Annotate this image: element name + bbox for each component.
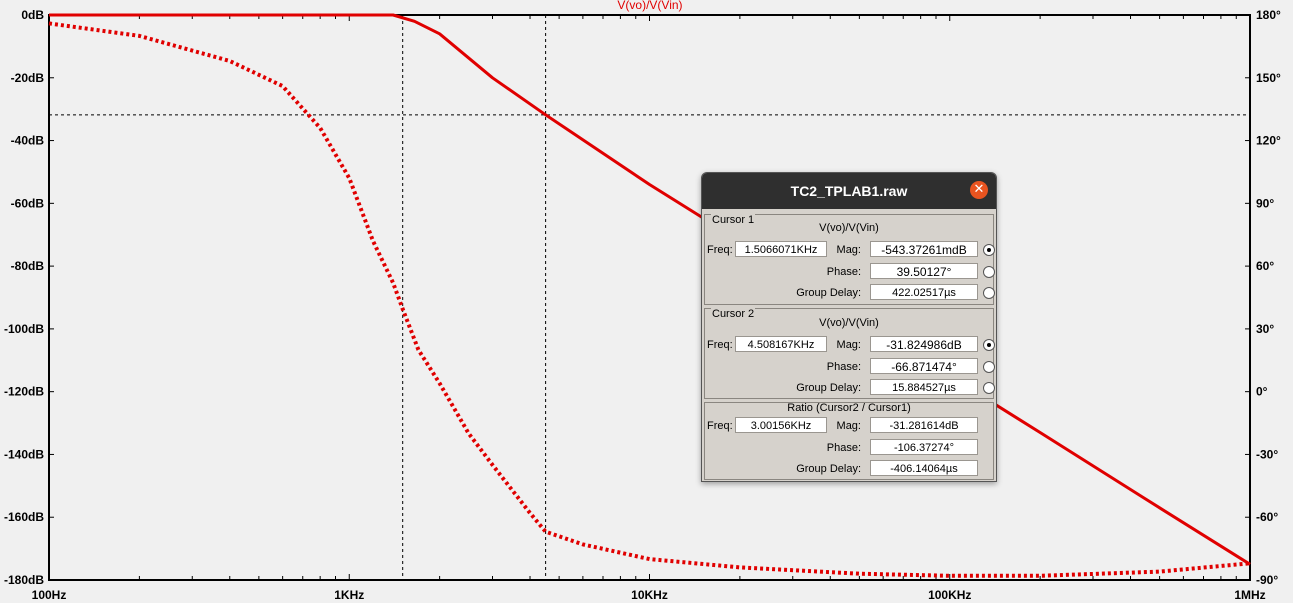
cursor1-mag-radio[interactable] [983, 244, 995, 256]
cursor1-phase-label: Phase: [826, 266, 861, 278]
plot-title: V(vo)/V(Vin) [617, 0, 682, 12]
y-left-tick-label: -60dB [11, 196, 45, 210]
ratio-mag-label: Mag: [836, 420, 861, 432]
cursor2-signal: V(vo)/V(Vin) [819, 317, 879, 329]
dialog-titlebar[interactable]: TC2_TPLAB1.raw ✕ [702, 173, 996, 209]
cursor1-phase-radio[interactable] [983, 266, 995, 278]
ratio-label: Ratio (Cursor2 / Cursor1) [787, 402, 911, 414]
y-left-tick-label: -160dB [4, 510, 44, 524]
ratio-phase-field[interactable]: -106.37274° [870, 439, 978, 455]
y-right-tick-label: 180° [1256, 8, 1281, 22]
cursor1-mag-field[interactable]: -543.37261mdB [870, 241, 978, 257]
y-right-tick-label: 60° [1256, 259, 1274, 273]
ratio-freq-field[interactable]: 3.00156KHz [735, 417, 827, 433]
y-right-tick-label: 90° [1256, 196, 1274, 210]
cursor2-mag-label: Mag: [836, 339, 861, 351]
dialog-title: TC2_TPLAB1.raw [790, 183, 908, 199]
y-right-tick-label: 30° [1256, 322, 1274, 336]
cursor2-group-delay-field[interactable]: 15.884527µs [870, 379, 978, 395]
y-right-tick-label: 150° [1256, 71, 1281, 85]
bode-plot[interactable]: 100Hz 1KHz 10KHz 100KHz 1MHz 0dB -20dB -40dB -60… [0, 0, 1293, 603]
cursor2-group-delay-label: Group Delay: [796, 382, 861, 394]
cursor2-mag-radio[interactable] [983, 339, 995, 351]
ratio-group-delay-field[interactable]: -406.14064µs [870, 460, 978, 476]
cursor2-phase-label: Phase: [826, 361, 861, 373]
x-tick-label: 1MHz [1234, 588, 1265, 602]
cursor1-signal: V(vo)/V(Vin) [819, 222, 879, 234]
cursor1-phase-field[interactable]: 39.50127° [870, 263, 978, 279]
cursor2-group-delay-radio[interactable] [983, 382, 995, 394]
cursor2-freq-field[interactable]: 4.508167KHz [735, 336, 827, 352]
cursor2-phase-radio[interactable] [983, 361, 995, 373]
y-right-tick-label: 120° [1256, 134, 1281, 148]
ratio-group: Ratio (Cursor2 / Cursor1) Freq: 3.00156K… [704, 402, 994, 480]
cursor2-freq-label: Freq: [707, 339, 733, 351]
cursor1-group: Cursor 1 V(vo)/V(Vin) Freq: 1.5066071KHz… [704, 214, 995, 305]
ratio-mag-field[interactable]: -31.281614dB [870, 417, 978, 433]
cursor2-group: Cursor 2 V(vo)/V(Vin) Freq: 4.508167KHz … [704, 308, 995, 399]
x-tick-label: 100Hz [32, 588, 67, 602]
y-left-tick-label: -180dB [4, 573, 44, 587]
plot-area[interactable] [48, 14, 1251, 581]
y-left-tick-label: 0dB [21, 8, 44, 22]
x-tick-label: 1KHz [334, 588, 364, 602]
cursor1-mag-label: Mag: [836, 244, 861, 256]
ratio-group-delay-label: Group Delay: [796, 463, 861, 475]
y-left-tick-label: -140dB [4, 447, 44, 461]
y-left-tick-label: -120dB [4, 385, 44, 399]
y-left-tick-label: -100dB [4, 322, 44, 336]
cursor-dialog[interactable]: TC2_TPLAB1.raw ✕ Cursor 1 V(vo)/V(Vin) F… [701, 172, 997, 482]
cursor1-freq-label: Freq: [707, 244, 733, 256]
cursor1-group-delay-radio[interactable] [983, 287, 995, 299]
y-right-tick-label: 0° [1256, 385, 1268, 399]
x-tick-label: 10KHz [631, 588, 668, 602]
cursor1-freq-field[interactable]: 1.5066071KHz [735, 241, 827, 257]
y-left-tick-label: -40dB [11, 134, 45, 148]
y-right-tick-label: -30° [1256, 447, 1278, 461]
y-left-tick-label: -20dB [11, 71, 45, 85]
y-left-tick-label: -80dB [11, 259, 45, 273]
close-icon[interactable]: ✕ [970, 181, 988, 199]
cursor2-phase-field[interactable]: -66.871474° [870, 358, 978, 374]
ratio-freq-label: Freq: [707, 420, 733, 432]
cursor1-group-delay-label: Group Delay: [796, 287, 861, 299]
ratio-phase-label: Phase: [826, 442, 861, 454]
y-right-tick-label: -60° [1256, 510, 1278, 524]
y-right-tick-label: -90° [1256, 573, 1278, 587]
cursor2-mag-field[interactable]: -31.824986dB [870, 336, 978, 352]
cursor1-group-delay-field[interactable]: 422.02517µs [870, 284, 978, 300]
x-tick-label: 100KHz [928, 588, 971, 602]
